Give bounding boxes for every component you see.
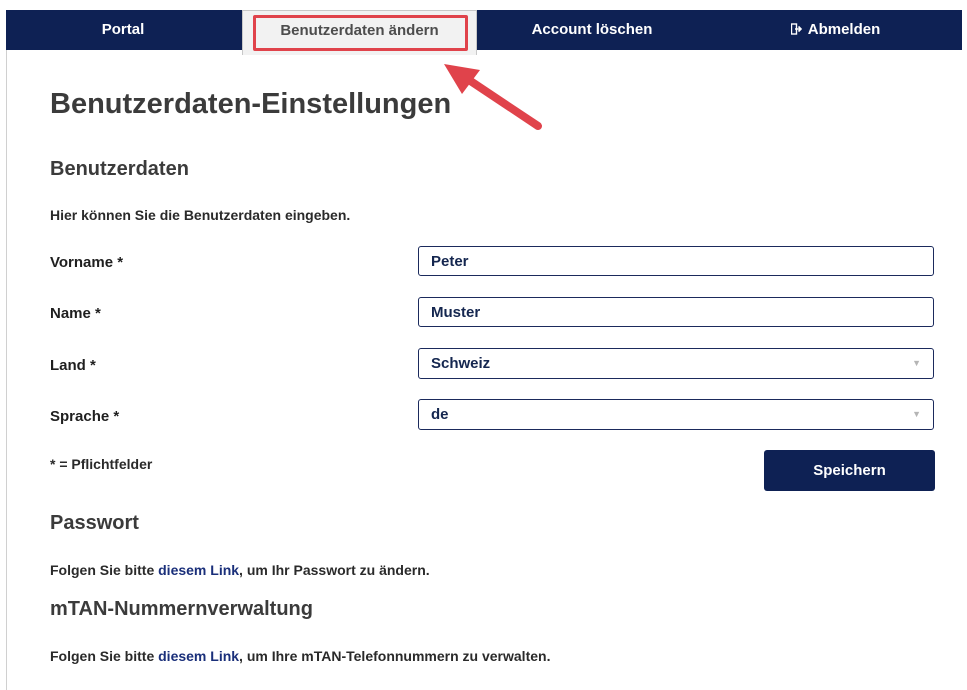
page-frame-border [6,50,7,690]
language-select[interactable]: de ▼ [418,399,934,430]
page-title: Benutzerdaten-Einstellungen [50,88,452,120]
tab-abmelden[interactable]: Abmelden [709,10,962,50]
tab-portal[interactable]: Portal [6,10,240,50]
password-text-before: Folgen Sie bitte [50,562,159,578]
first-name-label: Vorname * [50,254,124,271]
tab-account-loeschen-label: Account löschen [531,21,653,38]
language-select-value: de [431,406,449,423]
mtan-text-after: , um Ihre mTAN-Telefonnummern zu verwalt… [239,648,551,664]
annotation-arrow-icon [444,64,542,130]
first-name-field[interactable] [418,246,934,276]
mtan-manage-link[interactable]: diesem Link [158,648,239,664]
tab-abmelden-label: Abmelden [807,21,881,38]
annotation-highlight-box [253,15,468,51]
top-navigation: Portal Benutzerdaten ändern Account lösc… [6,10,962,55]
last-name-label: Name * [50,305,101,322]
chevron-down-icon: ▼ [912,409,921,419]
mtan-text-before: Folgen Sie bitte [50,648,159,664]
country-label: Land * [50,357,96,374]
save-button[interactable]: Speichern [764,450,935,491]
password-text-after: , um Ihr Passwort zu ändern. [239,562,430,578]
password-change-link[interactable]: diesem Link [158,562,239,578]
last-name-field[interactable] [418,297,934,327]
language-label: Sprache * [50,408,120,425]
intro-text: Hier können Sie die Benutzerdaten eingeb… [50,207,351,223]
country-select[interactable]: Schweiz ▼ [418,348,934,379]
logout-icon [790,10,803,50]
tab-portal-label: Portal [101,21,145,38]
section-title-passwort: Passwort [50,512,139,534]
chevron-down-icon: ▼ [912,358,921,368]
required-fields-note: * = Pflichtfelder [50,456,153,472]
password-instructions: Folgen Sie bitte diesem Link, um Ihr Pas… [50,562,430,578]
section-title-benutzerdaten: Benutzerdaten [50,158,189,180]
tab-account-loeschen[interactable]: Account löschen [475,10,709,50]
mtan-instructions: Folgen Sie bitte diesem Link, um Ihre mT… [50,648,550,664]
country-select-value: Schweiz [431,355,491,372]
section-title-mtan: mTAN-Nummernverwaltung [50,598,313,620]
